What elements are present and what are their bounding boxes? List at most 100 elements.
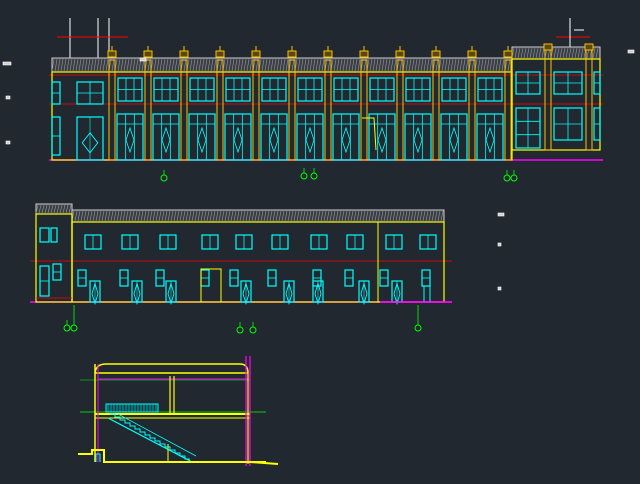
door [240, 280, 252, 306]
window [553, 107, 583, 141]
cad-drawing [2, 18, 635, 466]
window [50, 227, 58, 243]
annotation-mark [497, 212, 505, 217]
window-frame [50, 227, 58, 243]
pilaster-shaft [544, 49, 552, 151]
door [283, 280, 295, 306]
pilaster-cap [107, 50, 117, 58]
window [477, 77, 503, 102]
pilaster-cap [467, 50, 477, 58]
axis-marker [503, 170, 511, 182]
window [405, 77, 431, 102]
window [201, 234, 219, 250]
door-diamond [233, 126, 243, 154]
window [267, 269, 277, 287]
pilaster-cap [179, 50, 189, 58]
window [51, 116, 61, 156]
facade-wall [51, 71, 513, 161]
axis-marker [70, 320, 78, 332]
pilaster-cap [323, 50, 333, 58]
window [153, 77, 179, 102]
door-diamond [485, 126, 495, 154]
parapet-band [35, 203, 73, 215]
window [159, 234, 177, 250]
window [235, 234, 253, 250]
window [225, 77, 251, 102]
axis-marker [160, 170, 168, 182]
cad-drawing-canvas [0, 0, 640, 480]
stair-steps [110, 413, 190, 460]
ground-slab [249, 461, 279, 465]
pilaster-cap [359, 50, 369, 58]
door-diamond [341, 126, 351, 154]
window [77, 269, 87, 287]
axis-marker [63, 320, 71, 332]
building-section [78, 356, 279, 466]
door-diamond [161, 126, 171, 154]
door-diamond [377, 126, 387, 154]
door-diamond [413, 126, 423, 154]
pilaster-cap [584, 43, 594, 51]
pilaster-cap [503, 50, 513, 58]
axis-bubble [510, 174, 518, 182]
window [119, 269, 129, 287]
window [385, 234, 403, 250]
window [369, 77, 395, 102]
door-diamond [449, 126, 459, 154]
facade-wall [71, 221, 445, 303]
door-diamond [305, 126, 315, 154]
pilaster-cap [395, 50, 405, 58]
window-frame [39, 227, 50, 243]
window [297, 77, 323, 102]
pilaster-cap [215, 50, 225, 58]
axis-bubble [160, 174, 168, 182]
window [52, 263, 62, 281]
axis-marker [300, 168, 308, 180]
window [271, 234, 289, 250]
window [200, 269, 210, 287]
window [346, 234, 364, 250]
axis-marker [310, 168, 318, 180]
stair-flight [107, 413, 197, 463]
window [441, 77, 467, 102]
window [312, 269, 322, 287]
door [391, 280, 403, 306]
axis-bubble [414, 324, 422, 332]
window [51, 81, 61, 105]
annotation-mark [5, 140, 11, 145]
window [121, 234, 139, 250]
annotation-mark [497, 242, 502, 247]
text-block [497, 242, 502, 247]
window [421, 269, 431, 287]
facade-wall-side [511, 58, 601, 151]
parapet-band [51, 57, 513, 73]
door [131, 280, 143, 306]
window [419, 234, 437, 250]
window [333, 77, 359, 102]
text-block [5, 140, 11, 145]
window [189, 77, 215, 102]
axis-marker [236, 322, 244, 334]
door [165, 280, 177, 306]
window [593, 107, 601, 141]
door [358, 280, 370, 306]
axis-marker [249, 322, 257, 334]
rear-elevation [30, 203, 505, 334]
stair-stringer [107, 417, 193, 463]
stair-handrail [117, 413, 197, 457]
axis-bubble [70, 324, 78, 332]
door-diamond [197, 126, 207, 154]
door-frame [423, 285, 431, 303]
window [84, 234, 102, 250]
window [310, 234, 328, 250]
window [155, 269, 165, 287]
axis-marker [414, 320, 422, 332]
pilaster-shaft [585, 49, 593, 151]
window [39, 227, 50, 243]
pilaster-cap [431, 50, 441, 58]
roof-outline [94, 363, 249, 374]
annotation-mark [2, 61, 12, 66]
window [515, 107, 541, 149]
axis-bubble [249, 326, 257, 334]
entrance-door [76, 116, 104, 161]
